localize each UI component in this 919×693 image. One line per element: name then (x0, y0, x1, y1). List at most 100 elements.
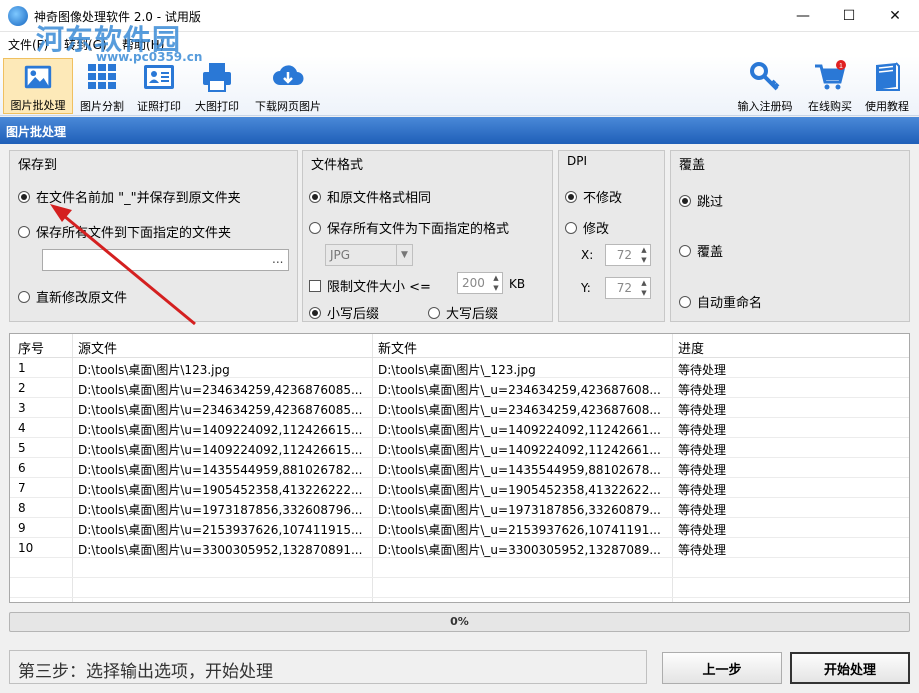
format-select[interactable]: JPG ▼ (325, 244, 413, 266)
table-row[interactable]: 6 D:\tools\桌面\图片\u=1435544959,881026782..… (10, 458, 909, 478)
limit-size-input[interactable]: 200 ▲ ▼ (457, 272, 503, 294)
dpi-x-input[interactable]: 72 ▲ ▼ (605, 244, 651, 266)
cloud-download-icon (273, 65, 304, 85)
prev-step-button[interactable]: 上一步 (662, 652, 782, 684)
table-header: 序号 源文件 新文件 进度 (10, 334, 909, 358)
cell-index: 3 (18, 401, 26, 415)
header-index[interactable]: 序号 (18, 338, 44, 357)
cell-status: 等待处理 (678, 423, 727, 437)
radio-uppercase[interactable] (428, 306, 440, 319)
radio-replace[interactable] (679, 244, 691, 257)
cell-index: 9 (18, 521, 26, 535)
options-panel: 保存到 在文件名前加 "_"并保存到原文件夹 保存所有文件到下面指定的文件夹 .… (0, 144, 919, 330)
table-row[interactable]: 4 D:\tools\桌面\图片\u=1409224092,112426615..… (10, 418, 909, 438)
progress-bar: 0% (9, 612, 910, 632)
cell-source: D:\tools\桌面\图片\u=234634259,4236876085... (78, 403, 363, 417)
close-button[interactable]: ✕ (872, 0, 918, 32)
progress-text: 0% (450, 615, 469, 628)
cell-source: D:\tools\桌面\图片\u=1409224092,112426615... (78, 423, 363, 437)
cell-index: 8 (18, 501, 26, 515)
grid-icon (88, 64, 116, 89)
table-row[interactable]: 2 D:\tools\桌面\图片\u=234634259,4236876085..… (10, 378, 909, 398)
cell-target: D:\tools\桌面\图片\_u=1435544959,88102678... (378, 463, 661, 477)
tool-buy[interactable]: 1 在线购买 (802, 58, 858, 114)
cell-status: 等待处理 (678, 483, 727, 497)
radio-format-specified[interactable] (309, 221, 321, 234)
cell-source: D:\tools\桌面\图片\u=3300305952,132870891... (78, 543, 363, 557)
radio-dpi-keep[interactable] (565, 190, 577, 203)
table-row[interactable]: 9 D:\tools\桌面\图片\u=2153937626,107411915..… (10, 518, 909, 538)
file-format-title: 文件格式 (311, 154, 364, 173)
radio-format-same[interactable] (309, 190, 321, 203)
table-row[interactable]: 10 D:\tools\桌面\图片\u=3300305952,132870891.… (10, 538, 909, 558)
tool-register[interactable]: 输入注册码 (732, 58, 798, 114)
start-process-button[interactable]: 开始处理 (790, 652, 910, 684)
folder-path-input[interactable] (42, 249, 289, 271)
format-specified-option[interactable]: 保存所有文件为下面指定的格式 (309, 218, 509, 237)
cell-index: 10 (18, 541, 34, 555)
tool-tutorial[interactable]: 使用教程 (860, 58, 914, 114)
section-title: 图片批处理 (0, 117, 919, 144)
cell-target: D:\tools\桌面\图片\_u=2153937626,10741191... (378, 523, 661, 537)
tool-split[interactable]: 图片分割 (76, 58, 128, 114)
cell-status: 等待处理 (678, 363, 727, 377)
save-folder-option[interactable]: 保存所有文件到下面指定的文件夹 (18, 222, 231, 241)
radio-lowercase[interactable] (309, 306, 321, 319)
radio-rename[interactable] (679, 295, 691, 308)
table-row[interactable]: 1 D:\tools\桌面\图片\123.jpg D:\tools\桌面\图片\_1… (10, 358, 909, 378)
overwrite-original-option[interactable]: 直新修改原文件 (18, 287, 127, 306)
tool-download-web[interactable]: 下载网页图片 (249, 58, 327, 114)
table-row[interactable]: 8 D:\tools\桌面\图片\u=1973187856,332608796..… (10, 498, 909, 518)
cell-index: 2 (18, 381, 26, 395)
cell-source: D:\tools\桌面\图片\123.jpg (78, 363, 230, 377)
maximize-button[interactable]: ☐ (826, 0, 872, 32)
table-row[interactable]: 7 D:\tools\桌面\图片\u=1905452358,413226222..… (10, 478, 909, 498)
header-source[interactable]: 源文件 (78, 338, 117, 357)
radio-save-folder[interactable] (18, 225, 30, 238)
table-row[interactable]: 3 D:\tools\桌面\图片\u=234634259,4236876085..… (10, 398, 909, 418)
lowercase-ext-option[interactable]: 小写后缀 (309, 303, 379, 322)
cell-source: D:\tools\桌面\图片\u=234634259,4236876085... (78, 383, 363, 397)
cell-target: D:\tools\桌面\图片\_u=3300305952,13287089... (378, 543, 661, 557)
cart-badge: 1 (839, 63, 843, 70)
cell-source: D:\tools\桌面\图片\u=1435544959,881026782... (78, 463, 363, 477)
file-table[interactable]: 序号 源文件 新文件 进度 1 D:\tools\桌面\图片\123.jpg D:\… (9, 333, 910, 603)
overwrite-title: 覆盖 (679, 154, 706, 173)
limit-size-checkbox[interactable] (309, 279, 321, 292)
overwrite-skip-option[interactable]: 跳过 (679, 191, 723, 210)
cell-status: 等待处理 (678, 383, 727, 397)
dpi-y-input[interactable]: 72 ▲ ▼ (605, 277, 651, 299)
dpi-x-label: X: (581, 248, 594, 262)
cell-source: D:\tools\桌面\图片\u=1409224092,112426615... (78, 443, 363, 457)
radio-skip[interactable] (679, 194, 691, 207)
header-target[interactable]: 新文件 (378, 338, 417, 357)
cell-source: D:\tools\桌面\图片\u=1973187856,332608796... (78, 503, 363, 517)
overwrite-replace-option[interactable]: 覆盖 (679, 241, 723, 260)
uppercase-ext-option[interactable]: 大写后缀 (428, 303, 498, 322)
dpi-keep-option[interactable]: 不修改 (565, 187, 622, 206)
minimize-button[interactable]: — (780, 0, 826, 32)
tool-id-photo[interactable]: 证照打印 (133, 58, 185, 114)
cell-status: 等待处理 (678, 443, 727, 457)
chevron-down-icon: ▼ (396, 245, 412, 265)
cell-target: D:\tools\桌面\图片\_u=234634259,423687608... (378, 383, 661, 397)
dpi-modify-option[interactable]: 修改 (565, 218, 609, 237)
header-progress[interactable]: 进度 (678, 338, 704, 357)
limit-size-option[interactable]: 限制文件大小 <= (309, 276, 431, 295)
spinner-arrows-icon[interactable]: ▲ ▼ (638, 278, 650, 298)
overwrite-rename-option[interactable]: 自动重命名 (679, 292, 762, 311)
spinner-arrows-icon[interactable]: ▲ ▼ (638, 245, 650, 265)
cell-target: D:\tools\桌面\图片\_u=1973187856,33260879... (378, 503, 661, 517)
limit-size-unit: KB (509, 277, 526, 291)
tool-large-print[interactable]: 大图打印 (190, 58, 244, 114)
radio-save-prefix[interactable] (18, 190, 30, 203)
format-same-option[interactable]: 和原文件格式相同 (309, 187, 431, 206)
save-prefix-option[interactable]: 在文件名前加 "_"并保存到原文件夹 (18, 187, 241, 206)
radio-overwrite-original[interactable] (18, 290, 30, 303)
spinner-arrows-icon[interactable]: ▲ ▼ (490, 273, 502, 293)
tool-batch[interactable]: 图片批处理 (3, 58, 73, 114)
browse-folder-button[interactable]: ... (272, 252, 283, 266)
table-row[interactable]: 5 D:\tools\桌面\图片\u=1409224092,112426615..… (10, 438, 909, 458)
radio-dpi-modify[interactable] (565, 221, 577, 234)
toolbar: 图片批处理 图片分割 证照打印 大图打印 下载网页图片 输入注册码 1 在线购买… (0, 56, 919, 116)
